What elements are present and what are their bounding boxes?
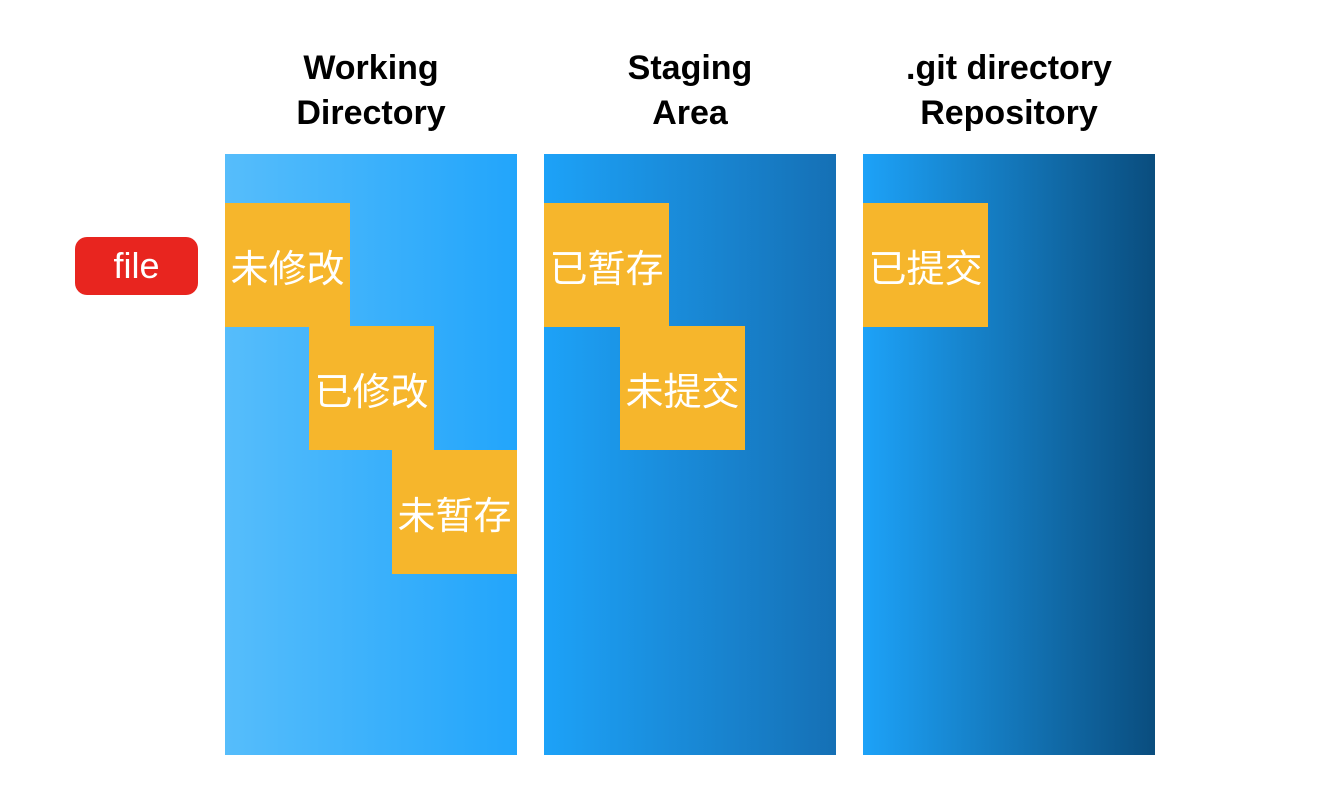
state-unstaged: 未暂存 bbox=[392, 450, 517, 574]
staging-area-title: Staging Area bbox=[627, 49, 753, 132]
state-uncommitted: 未提交 bbox=[620, 326, 745, 450]
working-directory-title: Working Directory bbox=[296, 49, 446, 132]
state-staged: 已暂存 bbox=[544, 203, 669, 327]
state-committed: 已提交 bbox=[863, 203, 988, 327]
repository-title: .git directory Repository bbox=[906, 49, 1112, 132]
file-badge: file bbox=[75, 237, 198, 295]
state-modified: 已修改 bbox=[309, 326, 434, 450]
state-unmodified: 未修改 bbox=[225, 203, 350, 327]
